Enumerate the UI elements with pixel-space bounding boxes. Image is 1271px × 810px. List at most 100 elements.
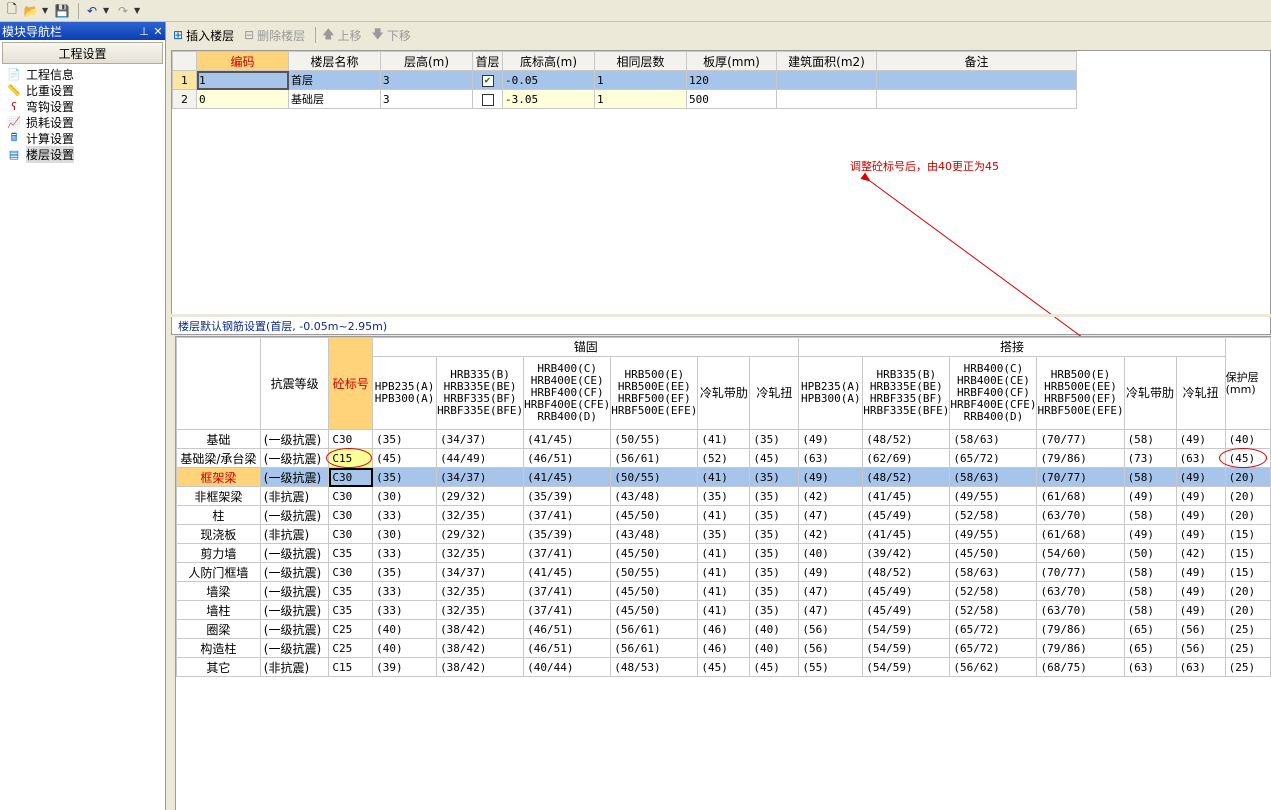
cell-lap[interactable]: (63/70) bbox=[1036, 581, 1125, 601]
cell-lap[interactable]: (56) bbox=[1175, 638, 1226, 658]
cell-grade[interactable]: (一级抗震) bbox=[259, 429, 330, 449]
cell-lap[interactable]: (42) bbox=[1175, 543, 1226, 563]
table-row[interactable]: 剪力墙 (一级抗震) C35 (33) (32/35) (37/41) (45/50) (41… bbox=[176, 543, 1271, 563]
cell-lap[interactable]: (42) bbox=[798, 486, 864, 506]
cell-name[interactable]: 首层 bbox=[288, 70, 381, 90]
cell-cover[interactable]: (20) bbox=[1224, 486, 1271, 506]
cell-anchor[interactable]: (50/55) bbox=[610, 562, 699, 582]
table-row[interactable]: 墙梁 (一级抗震) C35 (33) (32/35) (37/41) (45/50) (41)… bbox=[176, 581, 1271, 601]
table-row[interactable]: 1 1 首层 3 ✔ -0.05 1 120 bbox=[172, 70, 1077, 90]
cell-anchor[interactable]: (37/41) bbox=[523, 581, 612, 601]
cell-lap[interactable]: (65/72) bbox=[949, 638, 1038, 658]
cell-anchor[interactable]: (56/61) bbox=[610, 619, 699, 639]
cell-lap[interactable]: (52/58) bbox=[949, 600, 1038, 620]
cell-anchor[interactable]: (35) bbox=[749, 505, 800, 525]
col-header-a6[interactable]: 冷轧扭 bbox=[749, 356, 800, 430]
cell-concrete[interactable]: C30 bbox=[328, 486, 374, 506]
cell-anchor[interactable]: (35/39) bbox=[523, 486, 612, 506]
cell-lap[interactable]: (70/77) bbox=[1036, 562, 1125, 582]
cell-anchor[interactable]: (30) bbox=[372, 524, 438, 544]
cell-lap[interactable]: (54/59) bbox=[862, 657, 951, 677]
cell-anchor[interactable]: (35) bbox=[697, 486, 751, 506]
cell-lap[interactable]: (45/50) bbox=[949, 543, 1038, 563]
cell-lap[interactable]: (49) bbox=[798, 562, 864, 582]
cell-height[interactable]: 3 bbox=[380, 70, 473, 90]
cell-grade[interactable]: (非抗震) bbox=[259, 524, 330, 544]
cell-anchor[interactable]: (32/35) bbox=[436, 600, 525, 620]
cell-lap[interactable]: (55) bbox=[798, 657, 864, 677]
cell-lap[interactable]: (70/77) bbox=[1036, 429, 1125, 449]
cell-lap[interactable]: (79/86) bbox=[1036, 638, 1125, 658]
close-icon[interactable]: ✕ bbox=[151, 25, 165, 38]
col-header-concrete[interactable]: 砼标号 bbox=[328, 337, 374, 430]
cell-lap[interactable]: (49) bbox=[1123, 524, 1177, 544]
cell-anchor[interactable]: (32/35) bbox=[436, 581, 525, 601]
cell-lap[interactable]: (49) bbox=[1175, 505, 1226, 525]
cell-anchor[interactable]: (41) bbox=[697, 562, 751, 582]
cell-first[interactable]: ✔ bbox=[472, 70, 503, 90]
cell-concrete[interactable]: C25 bbox=[328, 619, 374, 639]
table-row[interactable]: 其它 (非抗震) C15 (39) (38/42) (40/44) (48/53) (45)(… bbox=[176, 657, 1271, 677]
cell-anchor[interactable]: (33) bbox=[372, 581, 438, 601]
cell-name[interactable]: 基础层 bbox=[288, 89, 381, 109]
cell-bottom[interactable]: -3.05 bbox=[502, 89, 595, 109]
cell-lap[interactable]: (49) bbox=[1175, 524, 1226, 544]
nav-item-calc[interactable]: 🖩 计算设置 bbox=[6, 130, 165, 146]
cell-anchor[interactable]: (33) bbox=[372, 505, 438, 525]
cell-cover[interactable]: (15) bbox=[1224, 543, 1271, 563]
col-header-l6[interactable]: 冷轧扭 bbox=[1175, 356, 1226, 430]
cell-anchor[interactable]: (52) bbox=[697, 448, 751, 468]
cell-cover[interactable]: (25) bbox=[1224, 619, 1271, 639]
cell-lap[interactable]: (45/49) bbox=[862, 600, 951, 620]
table-row[interactable]: 柱 (一级抗震) C30 (33) (32/35) (37/41) (45/50) (41)(… bbox=[176, 505, 1271, 525]
cell-concrete[interactable]: C35 bbox=[328, 581, 374, 601]
table-row[interactable]: 2 0 基础层 3 -3.05 1 500 bbox=[172, 89, 1077, 109]
col-header-l2[interactable]: HRB335(B) HRB335E(BE) HRBF335(BF) HRBF33… bbox=[862, 356, 951, 430]
cell-thick[interactable]: 120 bbox=[686, 70, 777, 90]
cell-cover[interactable]: (20) bbox=[1224, 505, 1271, 525]
cell-grade[interactable]: (一级抗震) bbox=[259, 638, 330, 658]
cell-lap[interactable]: (49) bbox=[1175, 562, 1226, 582]
cell-cover[interactable]: (20) bbox=[1224, 581, 1271, 601]
cell-lap[interactable]: (58/63) bbox=[949, 562, 1038, 582]
nav-item-loss[interactable]: 📈 损耗设置 bbox=[6, 114, 165, 130]
cell-lap[interactable]: (49/55) bbox=[949, 524, 1038, 544]
col-header-l4[interactable]: HRB500(E) HRB500E(EE) HRBF500(EF) HRBF50… bbox=[1036, 356, 1125, 430]
cell-lap[interactable]: (56) bbox=[798, 638, 864, 658]
cell-anchor[interactable]: (33) bbox=[372, 600, 438, 620]
cell-lap[interactable]: (65) bbox=[1123, 638, 1177, 658]
cell-lap[interactable]: (63) bbox=[798, 448, 864, 468]
col-header-grade[interactable]: 抗震等级 bbox=[259, 337, 330, 430]
cell-anchor[interactable]: (32/35) bbox=[436, 505, 525, 525]
cell-lap[interactable]: (41/45) bbox=[862, 486, 951, 506]
cell-anchor[interactable]: (40/44) bbox=[523, 657, 612, 677]
cell-anchor[interactable]: (45) bbox=[697, 657, 751, 677]
cell-concrete[interactable]: C30 bbox=[328, 429, 374, 449]
delete-floor-button[interactable]: ⊟ 删除楼层 bbox=[244, 27, 305, 44]
cell-lap[interactable]: (63) bbox=[1123, 657, 1177, 677]
cell-anchor[interactable]: (35) bbox=[749, 543, 800, 563]
cell-anchor[interactable]: (41) bbox=[697, 600, 751, 620]
cell-lap[interactable]: (63/70) bbox=[1036, 505, 1125, 525]
undo-dropdown-icon[interactable]: ▼ bbox=[103, 6, 111, 15]
cell-anchor[interactable]: (32/35) bbox=[436, 543, 525, 563]
cell-anchor[interactable]: (35) bbox=[749, 581, 800, 601]
cell-anchor[interactable]: (45) bbox=[749, 448, 800, 468]
cell-anchor[interactable]: (35) bbox=[372, 429, 438, 449]
cell-anchor[interactable]: (38/42) bbox=[436, 657, 525, 677]
cell-lap[interactable]: (79/86) bbox=[1036, 448, 1125, 468]
cell-lap[interactable]: (54/59) bbox=[862, 638, 951, 658]
table-row[interactable]: 圈梁 (一级抗震) C25 (40) (38/42) (46/51) (56/61) (46)… bbox=[176, 619, 1271, 639]
cell-cover[interactable]: (20) bbox=[1224, 600, 1271, 620]
cell-note[interactable] bbox=[876, 70, 1077, 90]
col-header-height[interactable]: 层高(m) bbox=[380, 51, 473, 71]
cell-lap[interactable]: (58/63) bbox=[949, 467, 1038, 487]
cell-lap[interactable]: (62/69) bbox=[862, 448, 951, 468]
col-header-bottom[interactable]: 底标高(m) bbox=[502, 51, 595, 71]
cell-lap[interactable]: (52/58) bbox=[949, 505, 1038, 525]
cell-cover[interactable]: (15) bbox=[1224, 524, 1271, 544]
cell-code[interactable]: 1 bbox=[196, 70, 289, 90]
cell-lap[interactable]: (49) bbox=[1123, 486, 1177, 506]
cell-grade[interactable]: (一级抗震) bbox=[259, 581, 330, 601]
cell-anchor[interactable]: (41) bbox=[697, 543, 751, 563]
